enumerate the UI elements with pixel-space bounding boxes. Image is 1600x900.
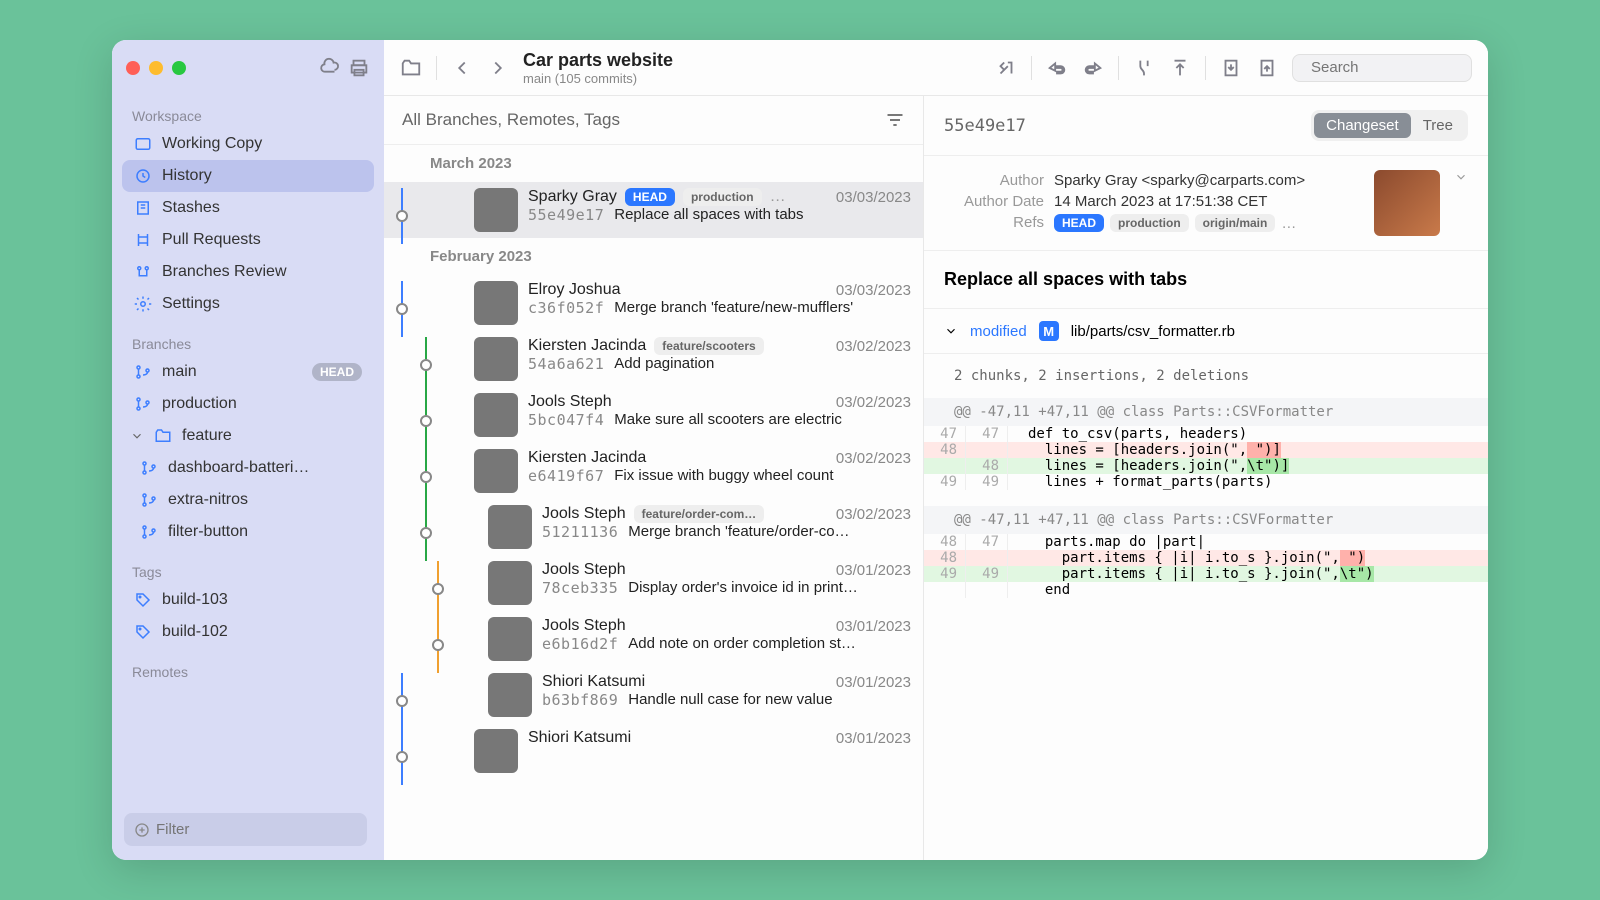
diff-line: 4949 lines + format_parts(parts) (924, 474, 1488, 490)
open-folder-icon[interactable] (400, 57, 422, 79)
branch-production[interactable]: production (122, 388, 374, 420)
commit-avatar (474, 337, 518, 381)
hunk-header: @@ -47,11 +47,11 @@ class Parts::CSVForm… (924, 398, 1488, 426)
sidebar-item-history[interactable]: History (122, 160, 374, 192)
tag-build-102[interactable]: build-102 (122, 616, 374, 648)
project-title: Car parts website (523, 50, 693, 71)
branch-main[interactable]: mainHEAD (122, 356, 374, 388)
commit-avatar (474, 449, 518, 493)
file-path: lib/parts/csv_formatter.rb (1071, 323, 1235, 340)
sidebar-section-branches: Branches (122, 328, 374, 356)
detail-author: Sparky Gray <sparky@carparts.com> (1054, 172, 1305, 189)
filter-icon (134, 822, 150, 838)
tag-build-103[interactable]: build-103 (122, 584, 374, 616)
commit-avatar (474, 188, 518, 232)
filter-settings-icon[interactable] (885, 110, 905, 130)
clipboard-up-icon[interactable] (1256, 57, 1278, 79)
diff-line: end (924, 582, 1488, 598)
file-status-badge: M (1039, 321, 1059, 341)
commit-avatar (474, 281, 518, 325)
sidebar: Workspace Working CopyHistoryStashesPull… (112, 40, 384, 860)
project-subtitle: main (105 commits) (523, 71, 693, 86)
printer-icon[interactable] (348, 57, 370, 79)
detail-sha: 55e49e17 (944, 116, 1026, 136)
commit-row[interactable]: Elroy Joshua03/03/2023 c36f052fMerge bra… (384, 275, 923, 331)
branch-feature[interactable]: feature (122, 420, 374, 452)
branch-filter-button[interactable]: filter-button (122, 516, 374, 548)
window-controls (126, 61, 186, 75)
diff-line: 48 lines = [headers.join(", ")] (924, 442, 1488, 458)
diff-summary: 2 chunks, 2 insertions, 2 deletions (924, 354, 1488, 398)
cloud-icon[interactable] (318, 57, 340, 79)
commit-avatar (488, 673, 532, 717)
commit-row[interactable]: Jools Stephfeature/order-com…03/02/2023 … (384, 499, 923, 555)
commit-row[interactable]: Kiersten Jacinda03/02/2023 e6419f67Fix i… (384, 443, 923, 499)
commit-row[interactable]: Shiori Katsumi03/01/2023 b63bf869Handle … (384, 667, 923, 723)
sidebar-section-remotes: Remotes (122, 656, 374, 684)
hunk-header: @@ -47,11 +47,11 @@ class Parts::CSVForm… (924, 506, 1488, 534)
commit-title: Replace all spaces with tabs (924, 251, 1488, 309)
diff-line: 48 lines = [headers.join(",\t")] (924, 458, 1488, 474)
commit-avatar (488, 561, 532, 605)
diff-line: 4847 parts.map do |part| (924, 534, 1488, 550)
commit-group-header: March 2023 (384, 145, 923, 182)
sidebar-section-workspace: Workspace (122, 100, 374, 128)
view-toggle[interactable]: Changeset Tree (1311, 110, 1468, 141)
commit-row[interactable]: Sparky GrayHEADproduction…03/03/2023 55e… (384, 182, 923, 238)
diff-line: 4949 part.items { |i| i.to_s }.join(",\t… (924, 566, 1488, 582)
detail-refs: HEADproductionorigin/main… (1054, 214, 1296, 232)
commit-row[interactable]: Jools Steph03/01/2023 78ceb335Display or… (384, 555, 923, 611)
clipboard-down-icon[interactable] (1220, 57, 1242, 79)
branch-extra-nitros[interactable]: extra-nitros (122, 484, 374, 516)
commit-row[interactable]: Shiori Katsumi03/01/2023 (384, 723, 923, 779)
branch-dashboard-batteri…[interactable]: dashboard-batteri… (122, 452, 374, 484)
pull-icon[interactable] (995, 57, 1017, 79)
commit-row[interactable]: Kiersten Jacindafeature/scooters03/02/20… (384, 331, 923, 387)
diff-line: 48 part.items { |i| i.to_s }.join(", ") (924, 550, 1488, 566)
maximize-button[interactable] (172, 61, 186, 75)
nav-back-icon[interactable] (451, 57, 473, 79)
sidebar-item-settings[interactable]: Settings (122, 288, 374, 320)
push-icon[interactable] (1169, 57, 1191, 79)
chevron-down-icon[interactable] (1454, 170, 1468, 184)
close-button[interactable] (126, 61, 140, 75)
filter-input[interactable] (124, 813, 367, 846)
toggle-changeset[interactable]: Changeset (1314, 113, 1411, 138)
commit-avatar (488, 505, 532, 549)
sidebar-item-branches-review[interactable]: Branches Review (122, 256, 374, 288)
sidebar-item-stashes[interactable]: Stashes (122, 192, 374, 224)
sidebar-item-working-copy[interactable]: Working Copy (122, 128, 374, 160)
commit-avatar (488, 617, 532, 661)
commit-avatar (474, 729, 518, 773)
toolbar: Car parts website main (105 commits) (384, 40, 1488, 96)
diff-line: 4747def to_csv(parts, headers) (924, 426, 1488, 442)
commit-row[interactable]: Jools Steph03/02/2023 5bc047f4Make sure … (384, 387, 923, 443)
sidebar-section-tags: Tags (122, 556, 374, 584)
toggle-tree[interactable]: Tree (1411, 113, 1465, 138)
commit-row[interactable]: Jools Steph03/01/2023 e6b16d2fAdd note o… (384, 611, 923, 667)
redo-icon[interactable] (1082, 57, 1104, 79)
minimize-button[interactable] (149, 61, 163, 75)
commit-group-header: February 2023 (384, 238, 923, 275)
chevron-down-icon[interactable] (944, 324, 958, 338)
detail-date: 14 March 2023 at 17:51:38 CET (1054, 193, 1267, 210)
nav-forward-icon[interactable] (487, 57, 509, 79)
detail-avatar (1374, 170, 1440, 236)
search-input[interactable] (1311, 59, 1488, 76)
commit-avatar (474, 393, 518, 437)
merge-icon[interactable] (1133, 57, 1155, 79)
history-filter-label[interactable]: All Branches, Remotes, Tags (402, 110, 620, 130)
undo-icon[interactable] (1046, 57, 1068, 79)
sidebar-item-pull-requests[interactable]: Pull Requests (122, 224, 374, 256)
file-status: modified (970, 323, 1027, 340)
